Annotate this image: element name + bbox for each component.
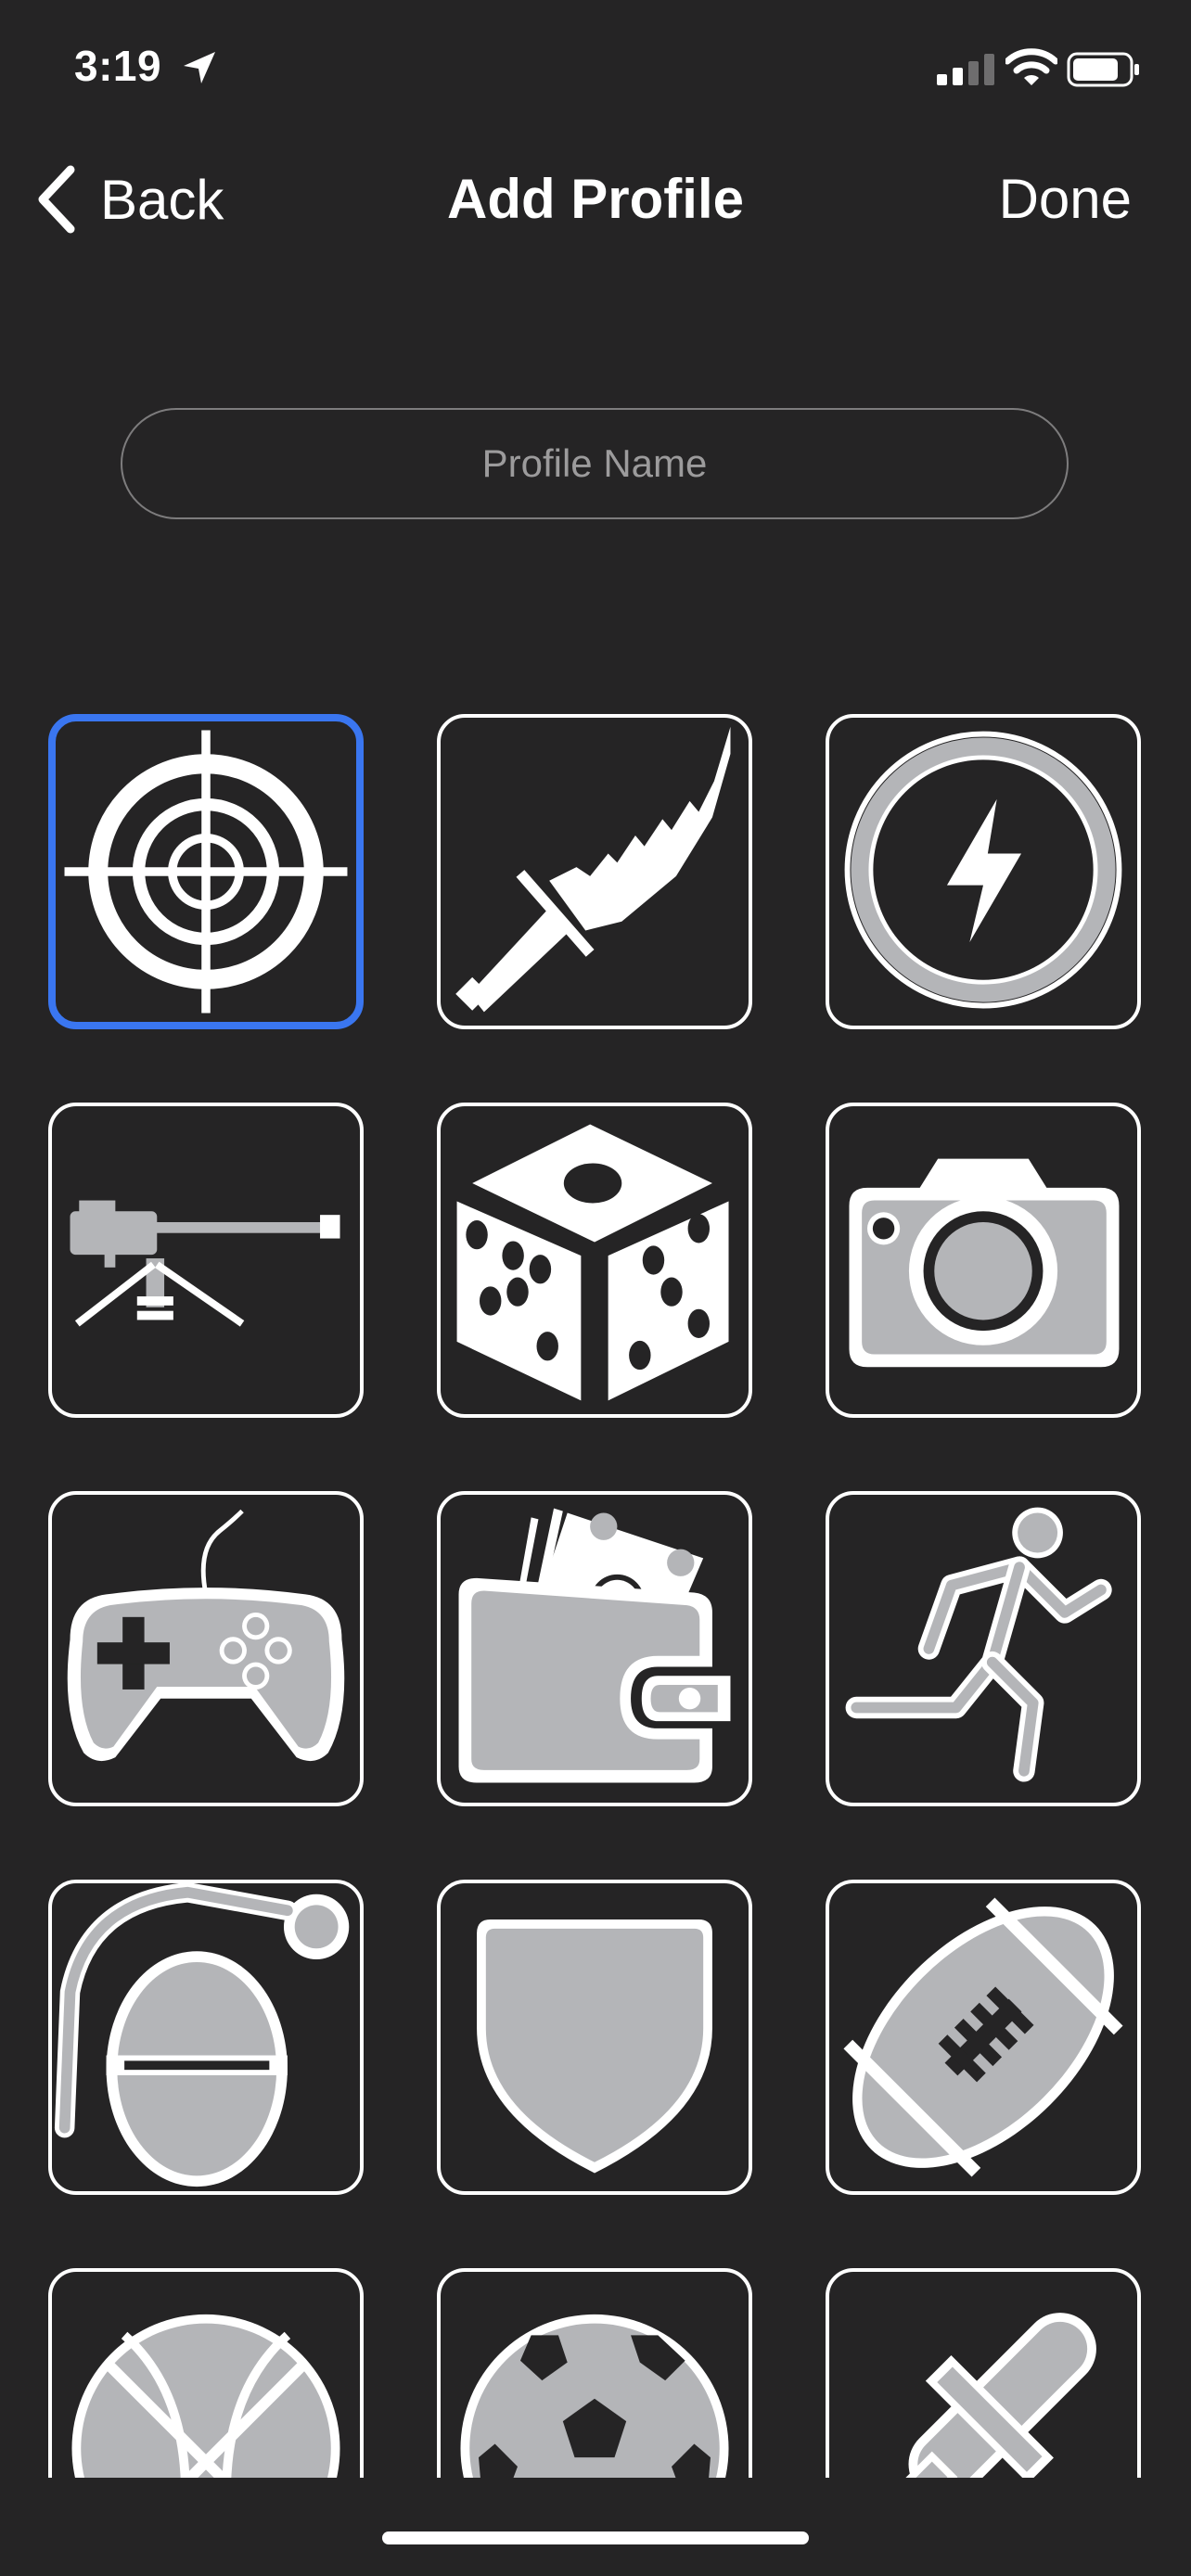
machine-gun-icon (70, 1200, 340, 1327)
battery-icon (1067, 52, 1139, 87)
icon-tile-knife[interactable] (437, 714, 752, 1029)
gamepad-icon (67, 1509, 345, 1762)
runner-icon (845, 1507, 1112, 1782)
icon-tile-crosshair[interactable] (48, 714, 364, 1029)
icon-tile-runner[interactable] (826, 1491, 1141, 1806)
wallet-icon (458, 1508, 731, 1783)
icon-tile-basketball[interactable] (48, 2268, 364, 2478)
location-arrow-icon (184, 52, 215, 83)
status-bar: 3:19 (0, 0, 1191, 139)
icon-grid (0, 705, 1191, 2478)
cellular-signal-icon (937, 54, 994, 85)
wifi-icon (1005, 48, 1057, 85)
status-time: 3:19 (74, 42, 162, 90)
knife-icon (455, 726, 731, 1013)
basketball-icon (71, 2314, 340, 2478)
icon-tile-wallet[interactable] (437, 1491, 752, 1806)
icon-tile-grenade[interactable] (48, 1880, 364, 2195)
grenade-icon (54, 1883, 350, 2187)
shield-icon (477, 1919, 712, 2174)
icon-tile-shield[interactable] (437, 1880, 752, 2195)
icon-tile-camera[interactable] (826, 1103, 1141, 1418)
icon-tile-gamepad[interactable] (48, 1491, 364, 1806)
icon-tile-machine-gun[interactable] (48, 1103, 364, 1418)
icon-tile-dice[interactable] (437, 1103, 752, 1418)
dice-icon (456, 1124, 729, 1401)
lightning-icon (844, 731, 1122, 1009)
icon-tile-syringe[interactable] (826, 2268, 1141, 2478)
icon-tile-soccer-ball[interactable] (437, 2268, 752, 2478)
profile-name-input[interactable] (121, 408, 1069, 519)
syringe-icon (893, 2313, 1096, 2478)
football-icon (843, 1897, 1123, 2177)
icon-tile-football[interactable] (826, 1880, 1141, 2195)
done-button[interactable]: Done (999, 158, 1132, 241)
home-indicator[interactable] (382, 2531, 809, 2544)
navigation-bar: Back Add Profile Done (0, 148, 1191, 250)
soccer-ball-icon (460, 2314, 729, 2478)
icon-tile-lightning[interactable] (826, 714, 1141, 1029)
camera-icon (849, 1158, 1120, 1368)
crosshair-icon (64, 730, 348, 1014)
